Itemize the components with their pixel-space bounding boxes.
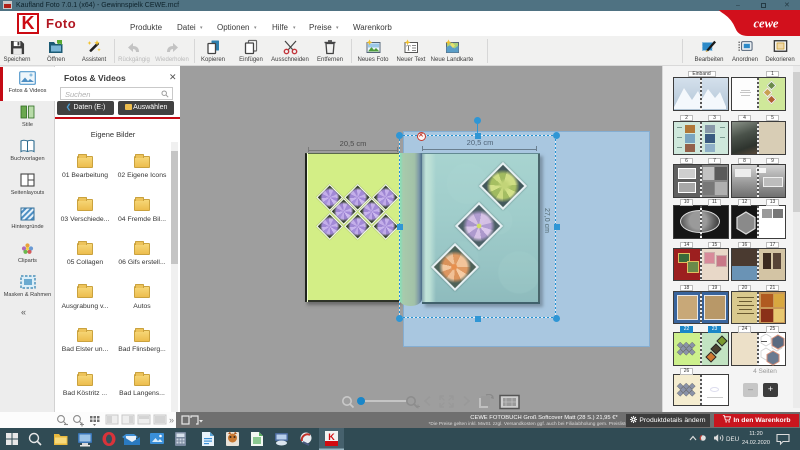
svg-text:cewe: cewe [754, 17, 779, 31]
svg-text:»: » [169, 415, 174, 425]
svg-text:T: T [406, 44, 411, 53]
svg-text:K: K [328, 432, 335, 442]
